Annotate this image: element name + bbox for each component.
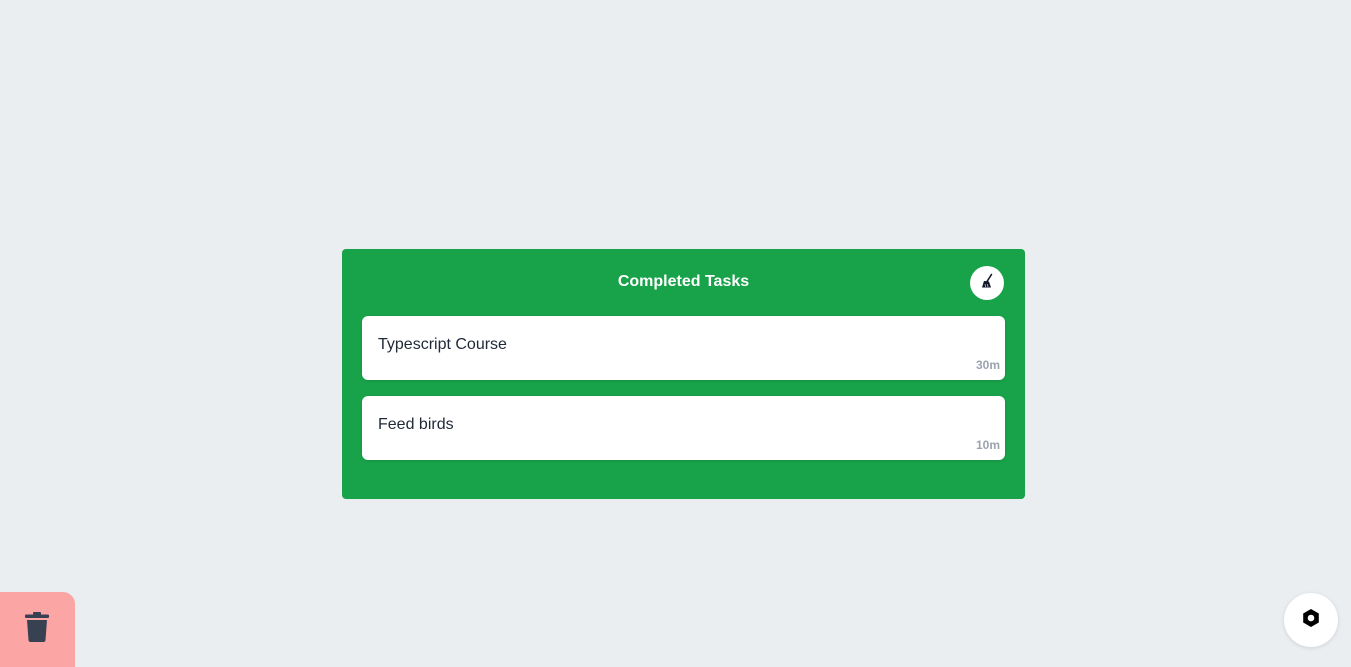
page: Completed Tasks Typescript Course 30m Fe… bbox=[0, 0, 1351, 667]
broom-icon bbox=[979, 273, 995, 294]
task-card[interactable]: Typescript Course 30m bbox=[362, 316, 1005, 380]
settings-button[interactable] bbox=[1284, 593, 1338, 647]
panel-title: Completed Tasks bbox=[617, 273, 750, 290]
completed-tasks-panel: Completed Tasks Typescript Course 30m Fe… bbox=[342, 249, 1025, 499]
trash-drop-zone[interactable] bbox=[0, 592, 75, 667]
gear-icon bbox=[1301, 608, 1321, 633]
task-card[interactable]: Feed birds 10m bbox=[362, 396, 1005, 460]
task-name: Typescript Course bbox=[378, 336, 507, 353]
task-name: Feed birds bbox=[378, 416, 454, 433]
task-duration: 30m bbox=[975, 358, 1000, 372]
clear-completed-button[interactable] bbox=[970, 266, 1004, 300]
trash-icon bbox=[24, 612, 49, 647]
task-list: Typescript Course 30m Feed birds 10m bbox=[362, 316, 1005, 476]
task-duration: 10m bbox=[975, 438, 1000, 452]
